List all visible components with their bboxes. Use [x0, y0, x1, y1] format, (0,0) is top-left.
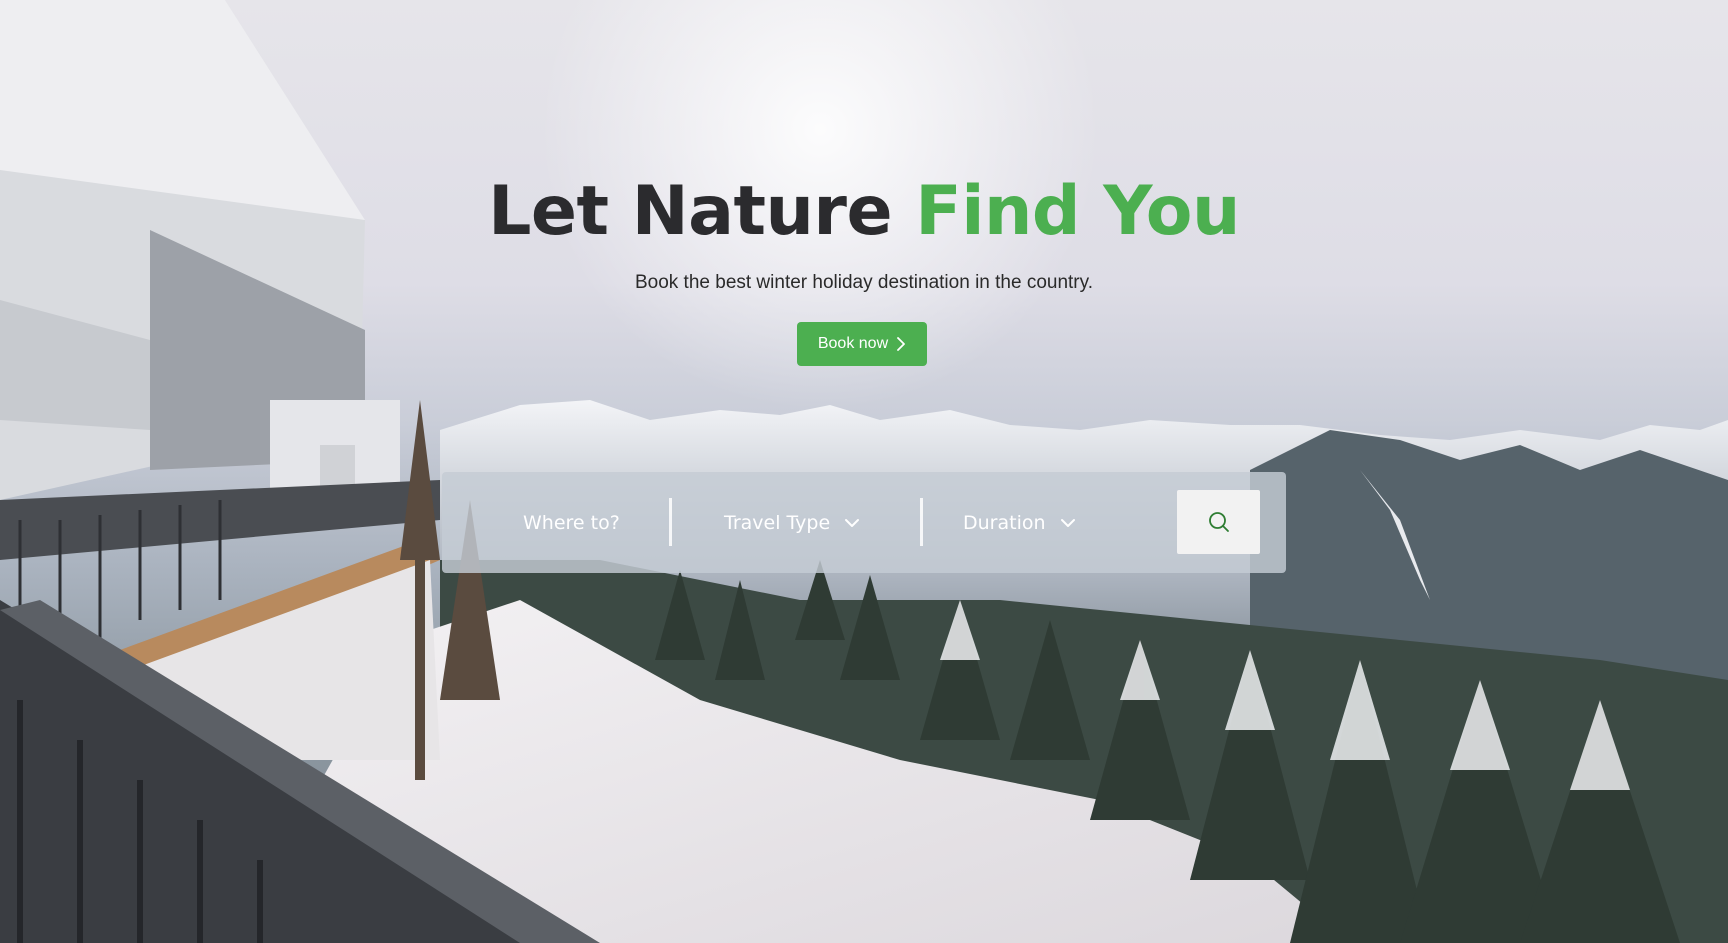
search-button[interactable]: [1177, 490, 1260, 554]
title-main: Let Nature: [488, 172, 893, 251]
chevron-right-icon: [897, 337, 906, 351]
duration-label: Duration: [963, 511, 1046, 534]
where-to-input[interactable]: Where to?: [523, 472, 620, 573]
travel-type-label: Travel Type: [724, 511, 831, 534]
search-bar: Where to? Travel Type Duration: [442, 472, 1286, 573]
title-accent: Find You: [915, 172, 1240, 251]
divider: [920, 498, 923, 546]
page-subtitle: Book the best winter holiday destination…: [634, 272, 1094, 293]
where-to-label: Where to?: [523, 511, 620, 534]
duration-select[interactable]: Duration: [963, 472, 1076, 573]
chevron-down-icon: [1060, 518, 1075, 527]
chevron-down-icon: [845, 518, 860, 527]
page-title: Let Nature Find You: [0, 172, 1728, 252]
travel-type-select[interactable]: Travel Type: [724, 472, 860, 573]
book-now-button[interactable]: Book now: [797, 322, 927, 366]
hero-section: Let Nature Find You Book the best winter…: [0, 0, 1728, 943]
divider: [669, 498, 672, 546]
search-icon: [1208, 512, 1229, 532]
book-now-label: Book now: [817, 335, 889, 352]
